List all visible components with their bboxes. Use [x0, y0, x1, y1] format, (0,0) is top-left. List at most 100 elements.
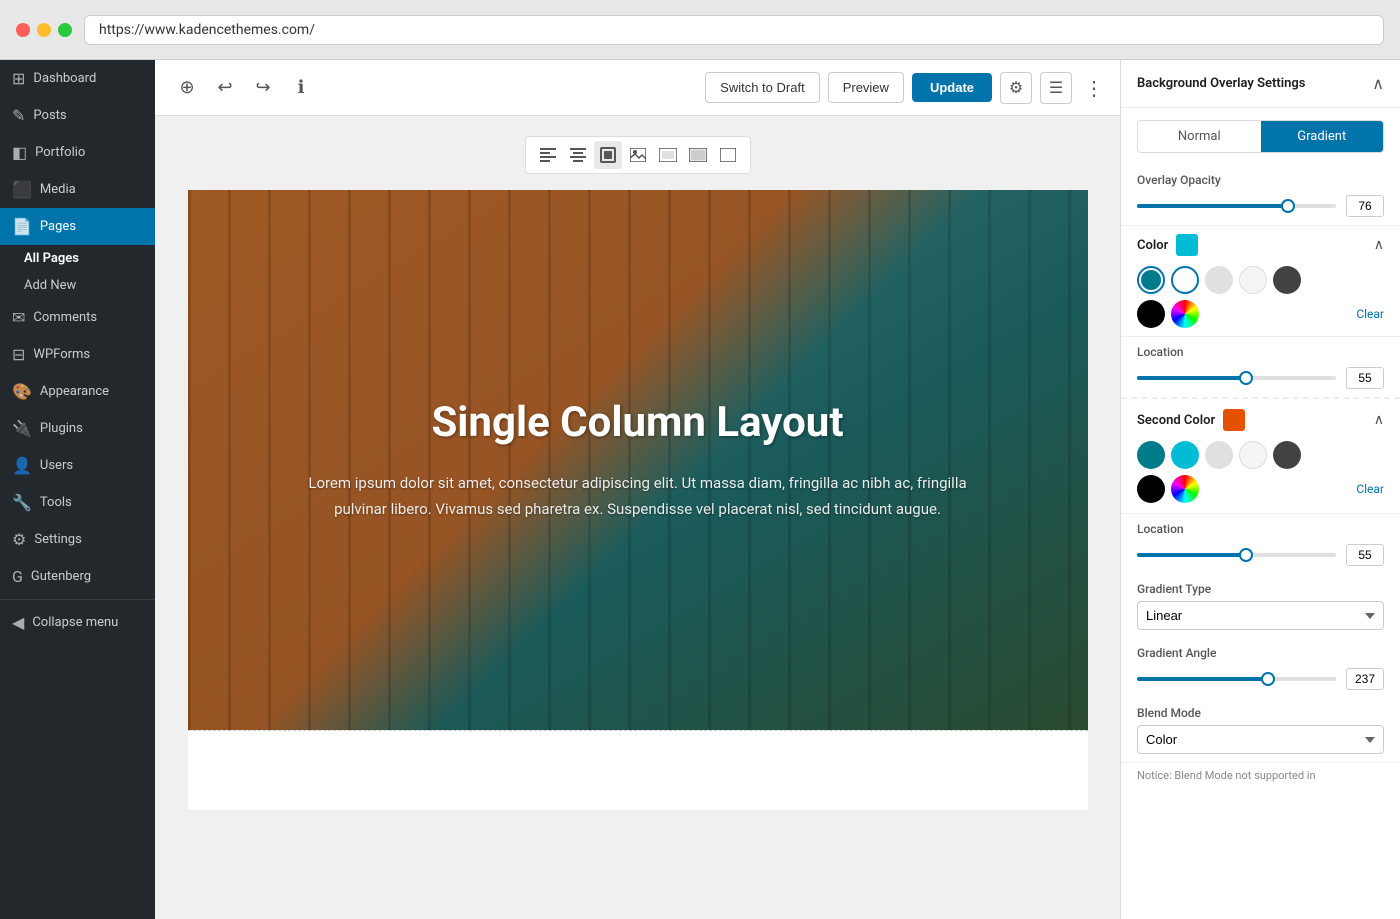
second-color-label: Second Color [1137, 413, 1215, 428]
second-color-swatch-light-gray[interactable] [1205, 441, 1233, 469]
color-swatch-dark-gray[interactable] [1273, 266, 1301, 294]
sidebar-item-label: Appearance [40, 384, 109, 399]
second-color-collapse-button[interactable]: ∧ [1374, 412, 1384, 428]
second-color-swatch-black[interactable] [1137, 475, 1165, 503]
sidebar-item-settings[interactable]: ⚙ Settings [0, 521, 155, 558]
align-center-button[interactable] [564, 141, 592, 169]
color-location-thumb[interactable] [1239, 371, 1253, 385]
color-swatch-very-light[interactable] [1239, 266, 1267, 294]
second-color-label-row: Second Color [1137, 409, 1245, 431]
align-left-button[interactable] [534, 141, 562, 169]
color-section-header: Color ∧ [1137, 234, 1384, 256]
second-color-swatch-teal[interactable] [1171, 441, 1199, 469]
color-swatch-teal-dark[interactable] [1137, 266, 1165, 294]
tab-normal[interactable]: Normal [1138, 121, 1261, 152]
color-location-slider-row [1137, 367, 1384, 389]
sidebar-item-dashboard[interactable]: ⊞ Dashboard [0, 60, 155, 97]
blend-mode-select[interactable]: Normal Multiply Screen Overlay Color Lum… [1137, 725, 1384, 754]
pages-icon: 📄 [12, 217, 32, 236]
sidebar-item-wpforms[interactable]: ⊟ WPForms [0, 336, 155, 373]
switch-to-draft-button[interactable]: Switch to Draft [705, 72, 820, 103]
second-color-swatch-dark-gray[interactable] [1273, 441, 1301, 469]
sidebar-item-plugins[interactable]: 🔌 Plugins [0, 410, 155, 447]
gradient-angle-track[interactable] [1137, 677, 1336, 681]
sidebar-item-appearance[interactable]: 🎨 Appearance [0, 373, 155, 410]
second-color-swatch[interactable] [1223, 409, 1245, 431]
sidebar-item-label: Gutenberg [31, 569, 91, 584]
color-swatch-black[interactable] [1137, 300, 1165, 328]
second-color-row-2: Clear [1137, 475, 1384, 503]
preview-button[interactable]: Preview [828, 72, 904, 103]
editor-canvas: Single Column Layout Lorem ipsum dolor s… [188, 190, 1088, 810]
color-swatch-light-gray[interactable] [1205, 266, 1233, 294]
info-button[interactable]: ℹ [285, 72, 317, 104]
sidebar-item-portfolio[interactable]: ◧ Portfolio [0, 134, 155, 171]
tab-gradient[interactable]: Gradient [1261, 121, 1384, 152]
hero-text: Lorem ipsum dolor sit amet, consectetur … [288, 471, 988, 522]
sidebar-item-posts[interactable]: ✎ Posts [0, 97, 155, 134]
block-toolbar [525, 136, 751, 174]
second-color-location-value[interactable] [1346, 544, 1384, 566]
second-color-location-track[interactable] [1137, 553, 1336, 557]
portfolio-icon: ◧ [12, 143, 27, 162]
update-button[interactable]: Update [912, 73, 992, 102]
sidebar-sub-all-pages[interactable]: All Pages [0, 245, 155, 272]
app-container: ⊞ Dashboard ✎ Posts ◧ Portfolio ⬛ Media … [0, 60, 1400, 919]
second-color-clear-link[interactable]: Clear [1356, 482, 1384, 496]
sidebar-item-label: Collapse menu [32, 615, 118, 630]
image-button[interactable] [624, 141, 652, 169]
color-clear-link[interactable]: Clear [1356, 307, 1384, 321]
minimal-button[interactable] [714, 141, 742, 169]
sidebar-item-gutenberg[interactable]: G Gutenberg [0, 558, 155, 595]
overlay-opacity-thumb[interactable] [1281, 199, 1295, 213]
address-bar[interactable]: https://www.kadencethemes.com/ [84, 15, 1384, 45]
sidebar-item-label: Dashboard [33, 71, 96, 86]
collapse-icon: ◀ [12, 613, 24, 632]
gradient-angle-thumb[interactable] [1261, 672, 1275, 686]
color-swatch-rainbow[interactable] [1171, 300, 1199, 328]
full-width-button[interactable] [684, 141, 712, 169]
gradient-type-section: Gradient Type Linear Radial [1121, 574, 1400, 638]
sidebar-item-comments[interactable]: ✉ Comments [0, 299, 155, 336]
second-color-swatch-teal-dark[interactable] [1137, 441, 1165, 469]
color-collapse-button[interactable]: ∧ [1374, 237, 1384, 253]
block-select-button[interactable] [594, 141, 622, 169]
overlay-opacity-track[interactable] [1137, 204, 1336, 208]
undo-button[interactable]: ↩ [209, 72, 241, 104]
sidebar-item-label: Portfolio [35, 145, 85, 160]
color-row-2: Clear [1137, 300, 1384, 328]
second-color-location-section: Location [1121, 513, 1400, 574]
sidebar-item-pages[interactable]: 📄 Pages [0, 208, 155, 245]
overlay-opacity-fill [1137, 204, 1288, 208]
second-color-location-thumb[interactable] [1239, 548, 1253, 562]
posts-icon: ✎ [12, 106, 25, 125]
color-location-value[interactable] [1346, 367, 1384, 389]
browser-dots [16, 23, 72, 37]
sidebar-divider [0, 599, 155, 600]
sidebar-item-users[interactable]: 👤 Users [0, 447, 155, 484]
wide-width-button[interactable] [654, 141, 682, 169]
color-location-track[interactable] [1137, 376, 1336, 380]
panel-header-title: Background Overlay Settings [1137, 76, 1305, 91]
gradient-type-select[interactable]: Linear Radial [1137, 601, 1384, 630]
layout-button[interactable]: ☰ [1040, 72, 1072, 104]
sidebar-sub-add-new[interactable]: Add New [0, 272, 155, 299]
sidebar-item-collapse[interactable]: ◀ Collapse menu [0, 604, 155, 641]
second-color-swatch-very-light[interactable] [1239, 441, 1267, 469]
gradient-angle-value[interactable] [1346, 668, 1384, 690]
blend-mode-section: Blend Mode Normal Multiply Screen Overla… [1121, 698, 1400, 762]
sidebar-item-media[interactable]: ⬛ Media [0, 171, 155, 208]
second-color-swatch-rainbow[interactable] [1171, 475, 1199, 503]
add-block-button[interactable]: ⊕ [171, 72, 203, 104]
editor-area: Single Column Layout Lorem ipsum dolor s… [155, 116, 1120, 919]
panel-collapse-button[interactable]: ∧ [1372, 74, 1384, 93]
overlay-opacity-section: Overlay Opacity [1121, 165, 1400, 225]
color-current-swatch[interactable] [1176, 234, 1198, 256]
overlay-opacity-value[interactable] [1346, 195, 1384, 217]
more-options-button[interactable]: ⋮ [1084, 76, 1104, 100]
sidebar-item-tools[interactable]: 🔧 Tools [0, 484, 155, 521]
redo-button[interactable]: ↪ [247, 72, 279, 104]
color-swatch-white[interactable] [1171, 266, 1199, 294]
second-color-location-fill [1137, 553, 1246, 557]
settings-panel-button[interactable]: ⚙ [1000, 72, 1032, 104]
